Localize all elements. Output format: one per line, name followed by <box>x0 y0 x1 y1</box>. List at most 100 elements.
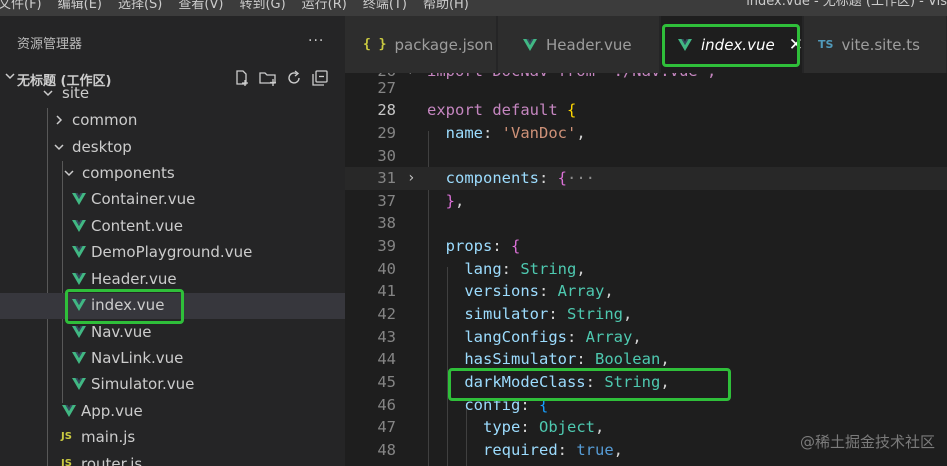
code-line: 38 <box>345 212 947 235</box>
code-line-current: 31 › components: {··· <box>345 167 947 190</box>
tree-item-label: main.js <box>81 428 136 446</box>
code-token-type: String <box>520 260 577 278</box>
line-number: 43 <box>377 328 396 346</box>
vue-file-icon <box>71 244 87 260</box>
tree-item-label: Simulator.vue <box>91 375 195 393</box>
tree-folder-common[interactable]: common <box>0 108 345 134</box>
tree-item-label: Content.vue <box>91 217 184 235</box>
tree-file-simulator-vue[interactable]: Simulator.vue <box>0 372 345 398</box>
code-token-default: default <box>492 101 558 119</box>
line-number: 27 <box>377 79 396 97</box>
tab-vite-site-ts[interactable]: TS vite.site.ts <box>804 16 947 73</box>
code-text: type: Object, <box>483 418 605 436</box>
code-token-string: 'VanDoc' <box>501 124 577 142</box>
code-line: 42 simulator: String, <box>345 303 947 326</box>
tree-file-content-vue[interactable]: Content.vue <box>0 214 345 240</box>
tree-folder-desktop[interactable]: desktop <box>0 135 345 161</box>
editor-tab-bar: { } package.json Header.vue index.vue ✕ … <box>345 16 947 73</box>
code-line: 30 <box>345 145 947 168</box>
line-number: 29 <box>377 124 396 142</box>
tab-package-json[interactable]: { } package.json <box>345 16 497 73</box>
vue-file-icon <box>71 324 87 340</box>
line-number: 37 <box>377 192 396 210</box>
line-number: 47 <box>377 418 396 436</box>
tree-file-demoplayground-vue[interactable]: DemoPlayground.vue <box>0 240 345 266</box>
tab-header-vue[interactable]: Header.vue <box>498 16 660 73</box>
tab-label: vite.site.ts <box>841 35 920 54</box>
tree-file-router-js[interactable]: JS router.js <box>0 452 345 466</box>
code-text: name: 'VanDoc', <box>445 124 586 142</box>
highlight-box-index-vue <box>65 289 184 324</box>
vue-file-icon <box>71 376 87 392</box>
code-token-true: true <box>576 441 614 459</box>
line-number: 46 <box>377 396 396 414</box>
code-text: required: true, <box>483 441 623 459</box>
code-token-brace: { <box>557 169 568 187</box>
code-text: props: { <box>445 237 521 255</box>
tree-item-label: DemoPlayground.vue <box>91 243 253 261</box>
tree-item-label: site <box>62 84 90 102</box>
code-text: simulator: String, <box>464 305 633 323</box>
tree-file-container-vue[interactable]: Container.vue <box>0 187 345 213</box>
chevron-down-icon <box>62 166 76 184</box>
line-number: 39 <box>377 237 396 255</box>
tree-item-label: App.vue <box>81 402 143 420</box>
vue-file-icon <box>71 191 87 207</box>
code-token-lang: lang <box>464 260 502 278</box>
code-token-components: components <box>445 169 539 187</box>
line-number: 30 <box>377 147 396 165</box>
code-text: export default { <box>427 99 576 122</box>
menu-selection[interactable]: 选择(S) <box>110 0 170 13</box>
tree-folder-site[interactable]: site <box>0 84 345 110</box>
menu-run[interactable]: 运行(R) <box>294 0 355 13</box>
chevron-right-icon <box>52 113 66 131</box>
tab-label: Header.vue <box>546 35 632 54</box>
menu-help[interactable]: 帮助(H) <box>415 0 477 13</box>
menu-file[interactable]: 文件(F) <box>0 0 50 13</box>
code-text: }, <box>445 192 465 210</box>
code-token-export: export <box>427 101 483 119</box>
code-line: 29 name: 'VanDoc', <box>345 122 947 145</box>
code-token-name: name <box>445 124 483 142</box>
line-number: 28 <box>377 101 396 119</box>
code-text: versions: Array, <box>464 282 614 300</box>
tree-folder-components[interactable]: components <box>0 161 345 187</box>
code-text: langConfigs: Array, <box>464 328 642 346</box>
code-token-brace: } <box>445 192 456 210</box>
code-editor[interactable]: 26 › import DocNav from './Nav.vue'; 27 … <box>345 73 947 466</box>
explorer-header: 资源管理器 <box>0 16 345 68</box>
more-actions-icon[interactable]: ··· <box>308 33 324 49</box>
tree-item-label: components <box>82 164 175 182</box>
code-token-type: String <box>567 305 623 323</box>
code-text: lang: String, <box>464 260 586 278</box>
vue-file-icon <box>522 37 538 53</box>
code-token-required: required <box>483 441 558 459</box>
line-number: 48 <box>377 441 396 459</box>
menu-edit[interactable]: 编辑(E) <box>50 0 110 13</box>
explorer-title: 资源管理器 <box>17 36 83 52</box>
menu-go[interactable]: 转到(G) <box>231 0 293 13</box>
menu-terminal[interactable]: 终端(T) <box>355 0 415 13</box>
line-number: 41 <box>377 282 396 300</box>
tree-item-label: Nav.vue <box>91 323 152 341</box>
menu-view[interactable]: 查看(V) <box>170 0 231 13</box>
tree-item-label: router.js <box>81 455 143 466</box>
code-token-versions: versions <box>464 282 539 300</box>
vue-file-icon <box>71 350 87 366</box>
code-line: 27 <box>345 77 947 100</box>
code-text: components: {··· <box>445 169 596 187</box>
tree-file-navlink-vue[interactable]: NavLink.vue <box>0 346 345 372</box>
line-number: 42 <box>377 305 396 323</box>
tree-item-label: NavLink.vue <box>91 349 184 367</box>
tree-item-label: desktop <box>72 138 132 156</box>
chevron-right-icon[interactable]: › <box>407 167 415 190</box>
tree-item-label: common <box>72 111 138 129</box>
code-line: 28 export default { <box>345 99 947 122</box>
code-token-type-key: type <box>483 418 521 436</box>
tree-file-nav-vue[interactable]: Nav.vue <box>0 320 345 346</box>
code-line: 41 versions: Array, <box>345 280 947 303</box>
ts-file-icon: TS <box>818 38 834 51</box>
tree-file-main-js[interactable]: JS main.js <box>0 425 345 451</box>
tree-file-app-vue[interactable]: App.vue <box>0 399 345 425</box>
code-token-type: Object <box>539 418 595 436</box>
